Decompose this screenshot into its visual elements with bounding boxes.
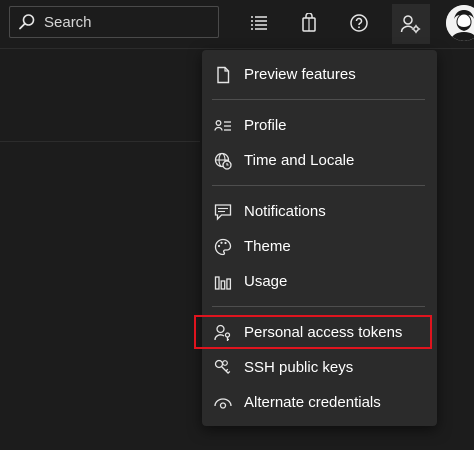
- menu-item-label: Alternate credentials: [244, 394, 381, 411]
- list-button[interactable]: [242, 6, 276, 40]
- menu-item-theme[interactable]: Theme: [202, 230, 437, 264]
- menu-item-label: SSH public keys: [244, 359, 354, 376]
- menu-item-alternate-credentials[interactable]: Alternate credentials: [202, 386, 437, 420]
- menu-item-notifications[interactable]: Notifications: [202, 195, 437, 229]
- top-bar: Search: [0, 0, 474, 49]
- person-key-icon: [214, 324, 232, 342]
- search-box[interactable]: Search: [9, 6, 219, 38]
- bar-chart-icon: [214, 273, 232, 291]
- help-button[interactable]: [342, 6, 376, 40]
- globe-clock-icon: [214, 152, 232, 170]
- menu-item-ssh-public-keys[interactable]: SSH public keys: [202, 351, 437, 385]
- menu-separator: [212, 306, 425, 307]
- user-settings-button[interactable]: [392, 4, 430, 44]
- user-settings-icon: [400, 14, 422, 34]
- help-icon: [349, 13, 369, 33]
- key-icon: [214, 359, 232, 377]
- menu-item-label: Preview features: [244, 66, 356, 83]
- menu-item-label: Profile: [244, 117, 287, 134]
- menu-item-label: Time and Locale: [244, 152, 355, 169]
- palette-icon: [214, 238, 232, 256]
- comment-icon: [214, 203, 232, 221]
- content-divider: [0, 141, 200, 142]
- search-icon: [18, 13, 36, 31]
- menu-item-time-and-locale[interactable]: Time and Locale: [202, 144, 437, 178]
- menu-item-personal-access-tokens[interactable]: Personal access tokens: [202, 316, 437, 350]
- shopping-bag-icon: [300, 13, 318, 33]
- document-icon: [214, 66, 232, 84]
- search-placeholder: Search: [44, 13, 92, 31]
- menu-item-profile[interactable]: Profile: [202, 109, 437, 143]
- eye-icon: [214, 394, 232, 412]
- menu-separator: [212, 99, 425, 100]
- marketplace-button[interactable]: [292, 6, 326, 40]
- user-settings-menu: Preview features Profile Time and Locale…: [202, 50, 437, 426]
- menu-item-label: Usage: [244, 273, 288, 290]
- menu-item-label: Theme: [244, 238, 291, 255]
- menu-item-label: Personal access tokens: [244, 324, 403, 341]
- list-icon: [249, 14, 269, 32]
- menu-item-usage[interactable]: Usage: [202, 265, 437, 299]
- menu-item-label: Notifications: [244, 203, 326, 220]
- profile-card-icon: [214, 117, 232, 135]
- menu-item-preview-features[interactable]: Preview features: [202, 58, 437, 92]
- menu-separator: [212, 185, 425, 186]
- avatar[interactable]: [446, 5, 474, 41]
